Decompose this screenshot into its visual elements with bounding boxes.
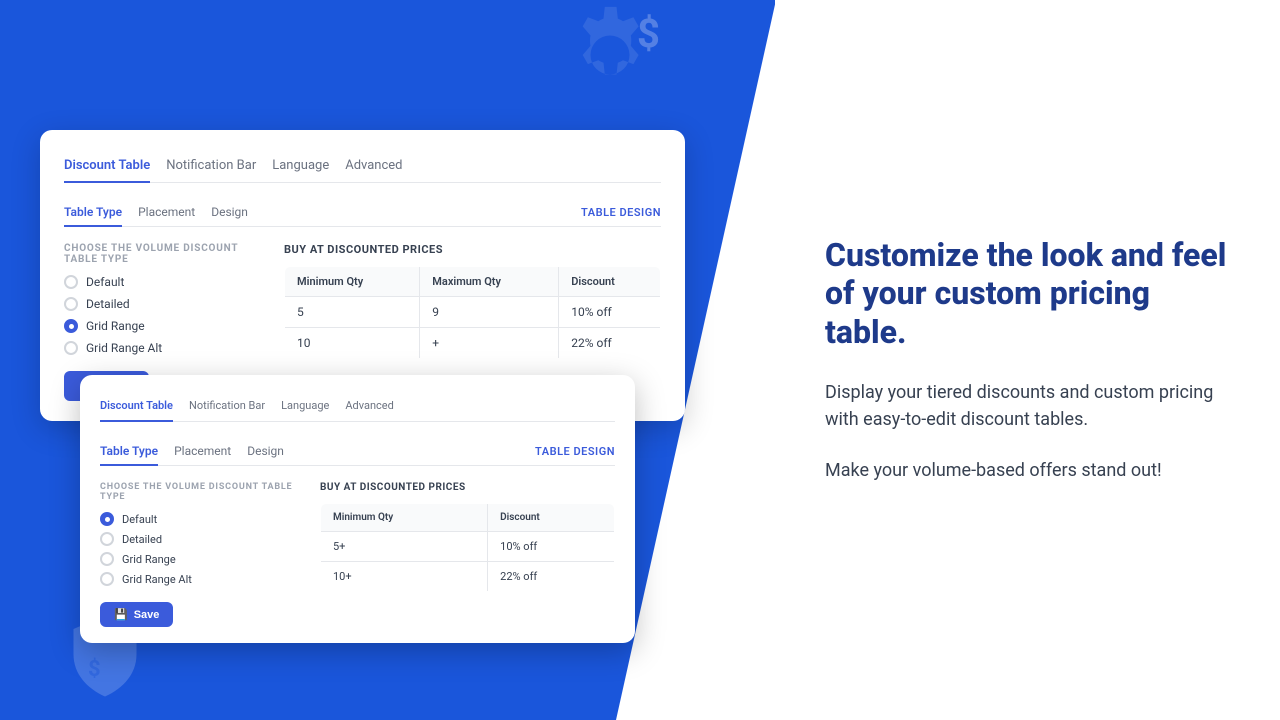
col-discount: Discount xyxy=(559,267,661,297)
sec-radio-grid-range-alt[interactable]: Grid Range Alt xyxy=(100,572,300,586)
table-design-link[interactable]: TABLE DESIGN xyxy=(581,206,661,219)
col-max-qty: Maximum Qty xyxy=(420,267,559,297)
sec-row1-discount: 10% off xyxy=(488,532,615,562)
sec-section-label: CHOOSE THE VOLUME DISCOUNT TABLE TYPE xyxy=(100,482,300,502)
tab-discount-table[interactable]: Discount Table xyxy=(64,150,150,183)
sec-table-design-link[interactable]: TABLE DESIGN xyxy=(535,445,615,458)
right-panel: Customize the look and feel of your cust… xyxy=(775,0,1280,720)
radio-label-grid-range: Grid Range xyxy=(86,319,145,333)
main-heading: Customize the look and feel of your cust… xyxy=(825,236,1230,351)
row2-min: 10 xyxy=(285,328,420,359)
radio-default[interactable]: Default xyxy=(64,275,264,289)
sub-tabs-nav: Table Type Placement Design TABLE DESIGN xyxy=(64,199,661,227)
sec-radio-section: CHOOSE THE VOLUME DISCOUNT TABLE TYPE De… xyxy=(100,482,300,627)
tab-advanced[interactable]: Advanced xyxy=(345,150,402,183)
dollar-gear-top: $ xyxy=(637,10,660,57)
table-row: 5 9 10% off xyxy=(285,297,661,328)
sec-col-min-qty: Minimum Qty xyxy=(321,504,488,532)
radio-label-grid-range-alt: Grid Range Alt xyxy=(86,341,162,355)
radio-group: Default Detailed Grid Range Grid Range A… xyxy=(64,275,264,355)
sec-table-row: 5+ 10% off xyxy=(321,532,615,562)
sec-save-label: Save xyxy=(134,609,160,621)
row1-discount: 10% off xyxy=(559,297,661,328)
sec-tab-discount-table[interactable]: Discount Table xyxy=(100,391,173,422)
sec-discount-area: BUY AT DISCOUNTED PRICES Minimum Qty Dis… xyxy=(300,482,615,592)
radio-circle-default xyxy=(64,275,78,289)
sub-tab-placement[interactable]: Placement xyxy=(138,199,195,227)
main-tabs-nav: Discount Table Notification Bar Language… xyxy=(64,150,661,183)
sub-tab-table-type[interactable]: Table Type xyxy=(64,199,122,227)
secondary-tabs-nav: Discount Table Notification Bar Language… xyxy=(100,391,615,422)
sec-price-table: Minimum Qty Discount 5+ 10% off 10+ 22% … xyxy=(320,503,615,592)
sec-sub-tab-placement[interactable]: Placement xyxy=(174,438,231,466)
sec-row2-discount: 22% off xyxy=(488,562,615,592)
sec-tab-notification-bar[interactable]: Notification Bar xyxy=(189,391,265,422)
sec-radio-circle-default xyxy=(100,512,114,526)
price-table-main: Minimum Qty Maximum Qty Discount 5 9 10%… xyxy=(284,266,661,359)
sec-tab-advanced[interactable]: Advanced xyxy=(345,391,393,422)
table-row: 10 + 22% off xyxy=(285,328,661,359)
gear-bottom-right-icon xyxy=(620,596,720,700)
sec-radio-label-grid-range: Grid Range xyxy=(122,553,176,566)
sec-radio-group: Default Detailed Grid Range Grid Range A… xyxy=(100,512,300,586)
card-secondary: Discount Table Notification Bar Language… xyxy=(80,375,635,643)
row2-discount: 22% off xyxy=(559,328,661,359)
radio-circle-detailed xyxy=(64,297,78,311)
sec-radio-circle-grid-range-alt xyxy=(100,572,114,586)
sub-tab-design[interactable]: Design xyxy=(211,199,248,227)
sec-radio-label-default: Default xyxy=(122,513,157,526)
sec-radio-default[interactable]: Default xyxy=(100,512,300,526)
gear-top-icon xyxy=(545,0,675,124)
sec-radio-detailed[interactable]: Detailed xyxy=(100,532,300,546)
sec-row2-min: 10+ xyxy=(321,562,488,592)
sec-col-discount: Discount xyxy=(488,504,615,532)
sec-tab-language[interactable]: Language xyxy=(281,391,329,422)
tab-notification-bar[interactable]: Notification Bar xyxy=(166,150,256,183)
radio-label-default: Default xyxy=(86,275,124,289)
sec-sub-tab-table-type[interactable]: Table Type xyxy=(100,438,158,466)
sec-sub-tab-design[interactable]: Design xyxy=(247,438,284,466)
paragraph-1: Display your tiered discounts and custom… xyxy=(825,379,1230,433)
paragraph-2: Make your volume-based offers stand out! xyxy=(825,457,1230,484)
sec-discount-title: BUY AT DISCOUNTED PRICES xyxy=(320,482,615,493)
card-secondary-content: CHOOSE THE VOLUME DISCOUNT TABLE TYPE De… xyxy=(100,482,615,627)
sec-save-icon: 💾 xyxy=(114,608,128,621)
left-panel: $ Discount Table Notification Bar Langua… xyxy=(0,0,775,720)
sec-radio-label-detailed: Detailed xyxy=(122,533,162,546)
sec-radio-circle-grid-range xyxy=(100,552,114,566)
sec-row1-min: 5+ xyxy=(321,532,488,562)
radio-label-detailed: Detailed xyxy=(86,297,130,311)
discount-title-main: BUY AT DISCOUNTED PRICES xyxy=(284,243,661,256)
radio-grid-range-alt[interactable]: Grid Range Alt xyxy=(64,341,264,355)
sec-radio-grid-range[interactable]: Grid Range xyxy=(100,552,300,566)
discount-area-main: BUY AT DISCOUNTED PRICES Minimum Qty Max… xyxy=(264,243,661,359)
row1-min: 5 xyxy=(285,297,420,328)
radio-detailed[interactable]: Detailed xyxy=(64,297,264,311)
dollar-shield-left: $ xyxy=(88,657,101,682)
dollar-gear-bottom-right: $ xyxy=(688,649,706,687)
col-min-qty: Minimum Qty xyxy=(285,267,420,297)
radio-circle-grid-range xyxy=(64,319,78,333)
sec-radio-circle-detailed xyxy=(100,532,114,546)
tab-language[interactable]: Language xyxy=(272,150,329,183)
radio-circle-grid-range-alt xyxy=(64,341,78,355)
radio-grid-range[interactable]: Grid Range xyxy=(64,319,264,333)
sec-radio-label-grid-range-alt: Grid Range Alt xyxy=(122,573,192,586)
section-label: CHOOSE THE VOLUME DISCOUNT TABLE TYPE xyxy=(64,243,264,265)
sec-sub-tabs-nav: Table Type Placement Design TABLE DESIGN xyxy=(100,438,615,466)
row2-max: + xyxy=(420,328,559,359)
sec-table-row: 10+ 22% off xyxy=(321,562,615,592)
sec-save-button[interactable]: 💾 Save xyxy=(100,602,173,627)
row1-max: 9 xyxy=(420,297,559,328)
